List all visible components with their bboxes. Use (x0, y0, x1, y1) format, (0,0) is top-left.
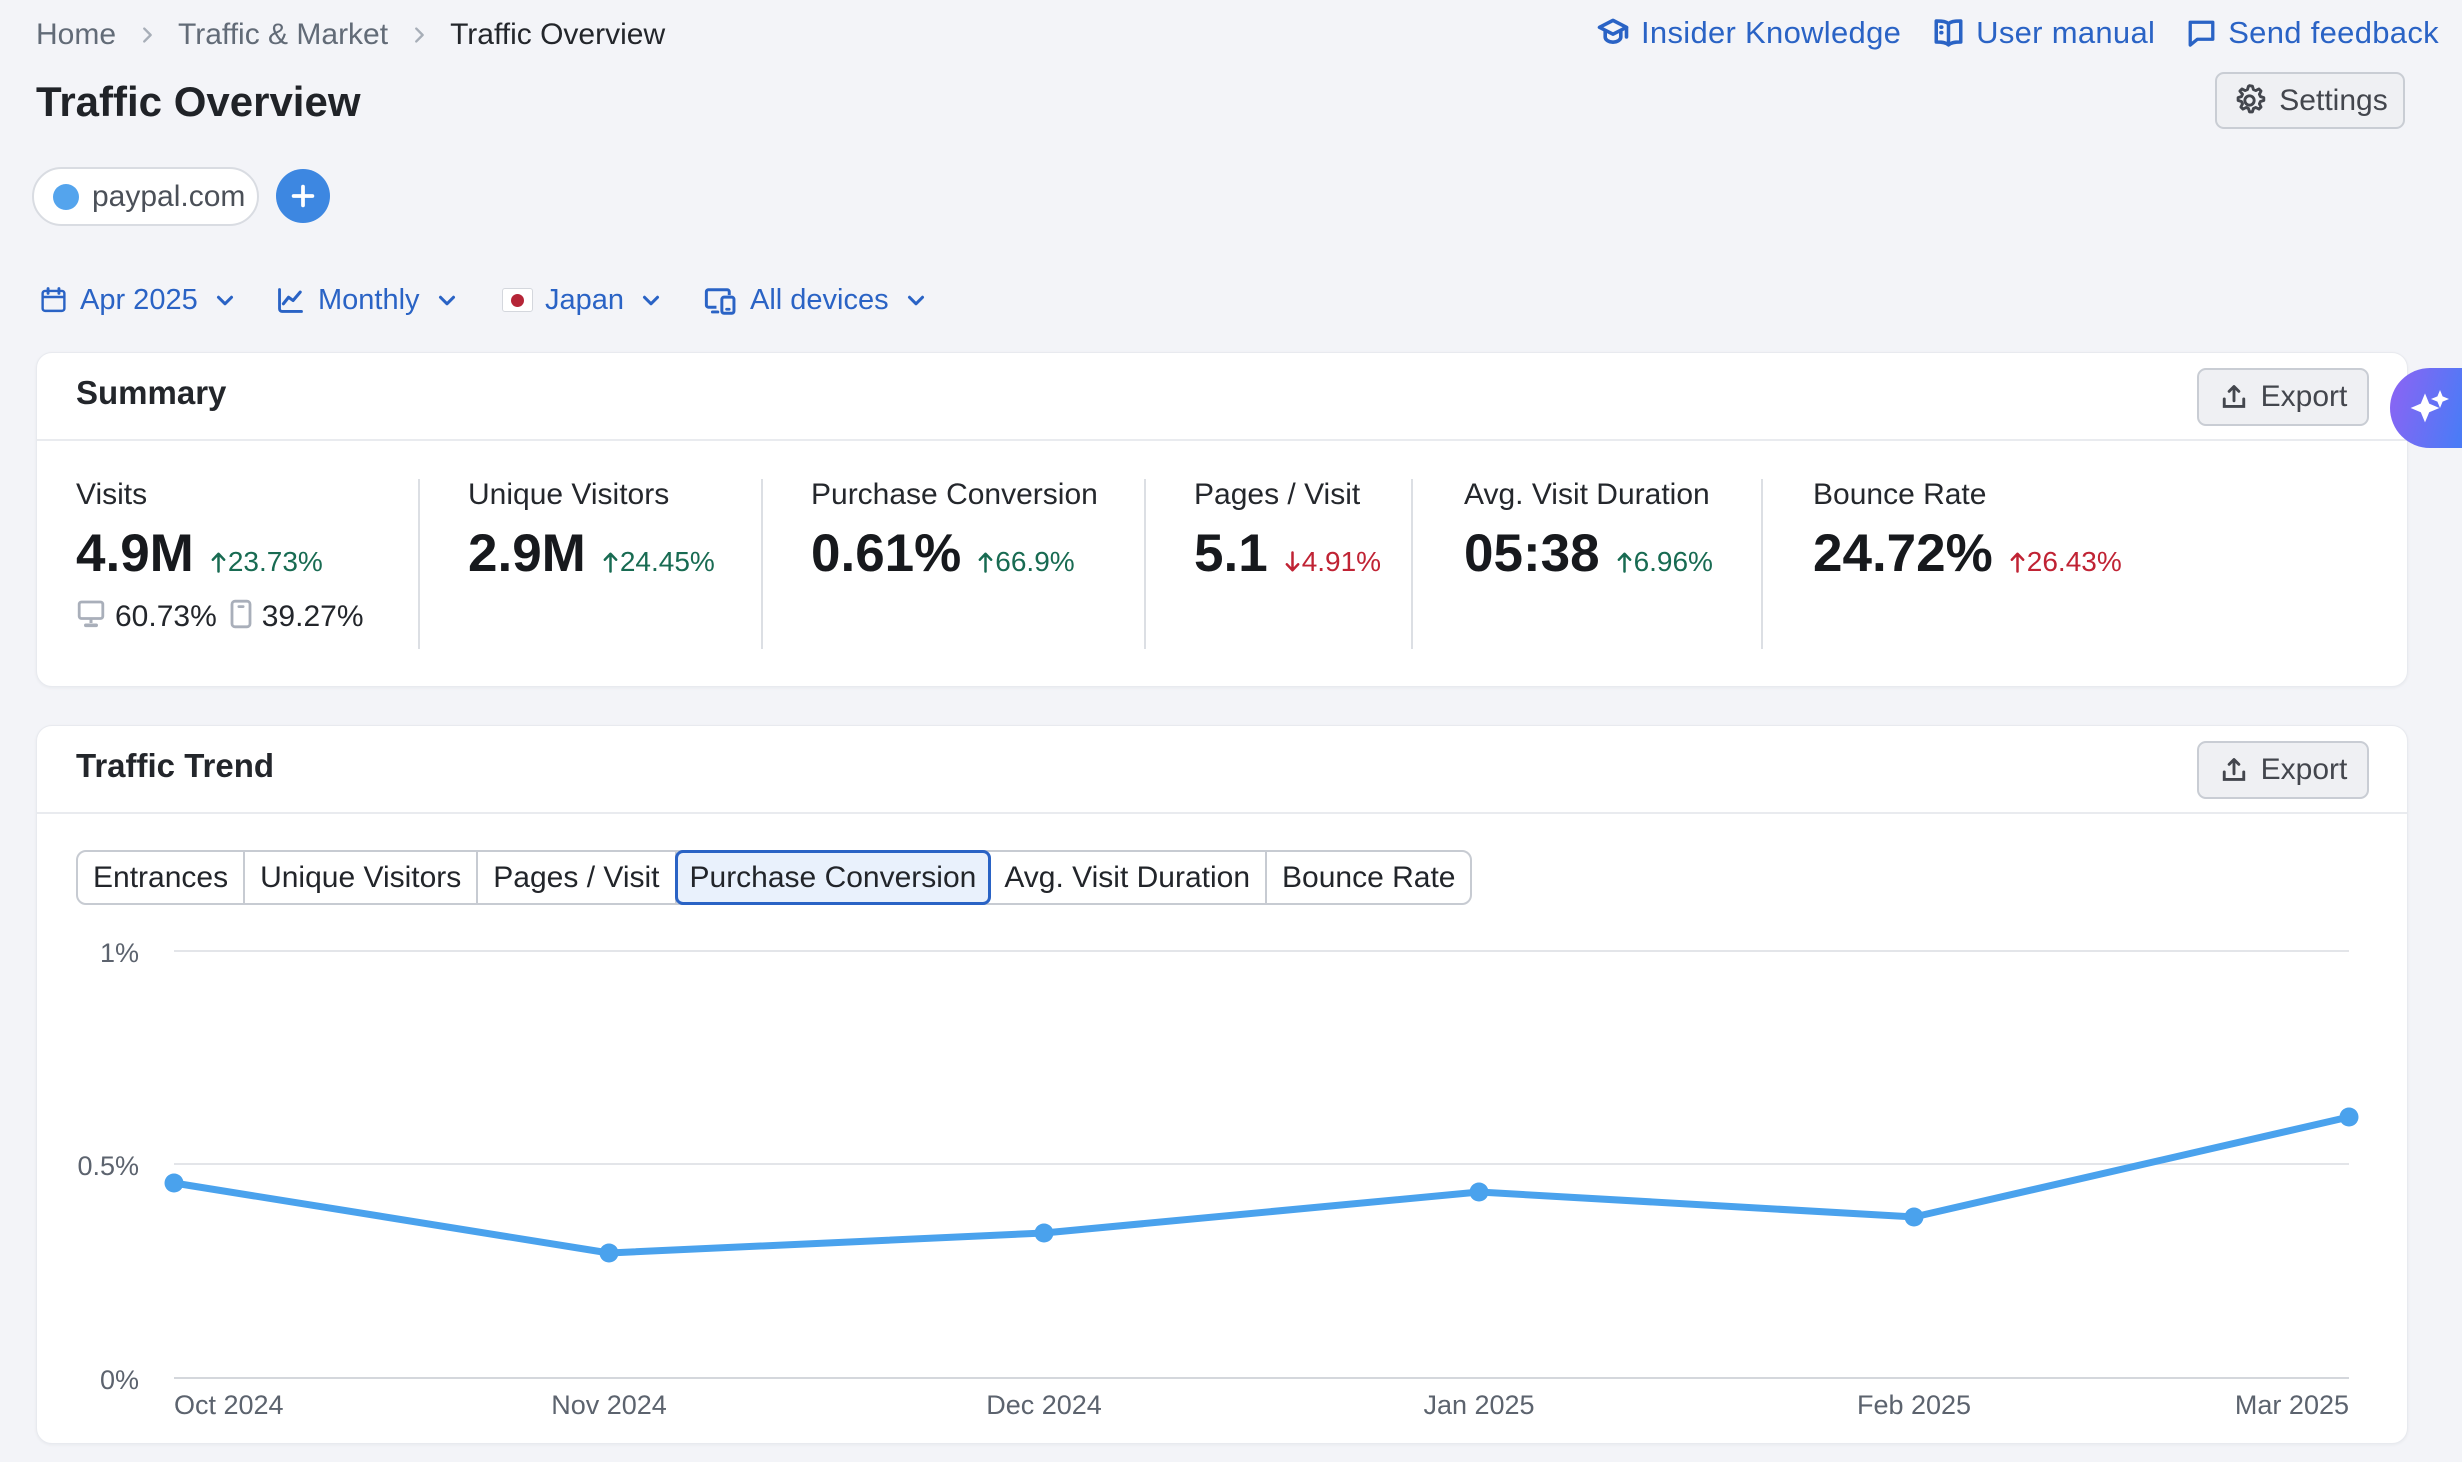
svg-text:0.5%: 0.5% (77, 1151, 139, 1181)
svg-text:Mar 2025: Mar 2025 (2235, 1390, 2349, 1420)
svg-text:Oct 2024: Oct 2024 (174, 1390, 284, 1420)
svg-text:Dec 2024: Dec 2024 (986, 1390, 1102, 1420)
svg-text:1%: 1% (100, 938, 139, 968)
svg-text:0%: 0% (100, 1365, 139, 1395)
svg-text:Nov 2024: Nov 2024 (551, 1390, 667, 1420)
svg-text:Feb 2025: Feb 2025 (1857, 1390, 1971, 1420)
svg-text:Jan 2025: Jan 2025 (1423, 1390, 1534, 1420)
